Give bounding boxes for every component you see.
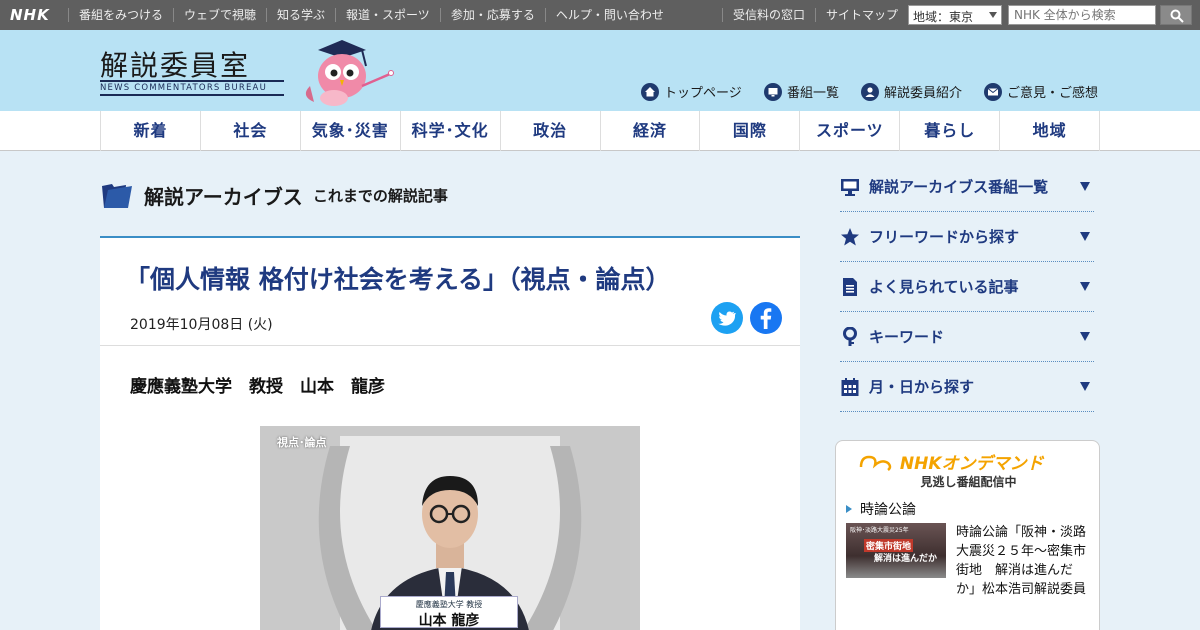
program-tag: 視点･論点 (277, 436, 327, 449)
region-value: 地域：東京 (913, 10, 974, 24)
search-input[interactable] (1008, 5, 1156, 25)
ondemand-program-name: 時論公論 (860, 502, 916, 518)
ondemand-program[interactable]: 時論公論 (846, 499, 916, 519)
sidebar-item-freeword[interactable]: フリーワードから探す (840, 212, 1094, 262)
sitemap-link[interactable]: サイトマップ (815, 8, 908, 22)
global-nav-link[interactable]: 報道・スポーツ (335, 8, 440, 22)
global-nav-links: 番組をみつける ウェブで視聴 知る学ぶ 報道・スポーツ 参加・応募する ヘルプ・… (68, 0, 674, 30)
header-nav-feedback[interactable]: ご意見・ご感想 (984, 82, 1098, 101)
header-nav-programs[interactable]: 番組一覧 (764, 82, 839, 101)
sidebar-item-label: フリーワードから探す (869, 228, 1020, 246)
category-tab[interactable]: スポーツ (800, 111, 901, 151)
site-header: 解説委員室 NEWS COMMENTATORS BUREAU トップページ 番組… (0, 30, 1200, 111)
site-title[interactable]: 解説委員室 (100, 44, 250, 84)
archive-title: 解説アーカイブス (144, 184, 303, 209)
facebook-share-button[interactable] (750, 302, 782, 334)
sidebar-item-label: 月・日から探す (869, 378, 975, 396)
chevron-down-icon (1080, 282, 1090, 291)
article-divider (100, 345, 800, 346)
category-tab[interactable]: 政治 (501, 111, 601, 151)
category-nav: 新着 社会 気象･災害 科学･文化 政治 経済 国際 スポーツ 暮らし 地域 (100, 111, 1101, 151)
sidebar-item-popular[interactable]: よく見られている記事 (840, 262, 1094, 312)
folder-icon (102, 184, 132, 208)
global-nav-link[interactable]: 番組をみつける (68, 8, 173, 22)
thumbnail-caption-small: 阪神･淡路大震災25年 (850, 527, 909, 534)
sidebar-menu: 解説アーカイブス番組一覧 フリーワードから探す よく見られている記事 キーワード (840, 162, 1094, 412)
monitor-icon (841, 178, 859, 196)
nameplate-name: 山本 龍彦 (418, 613, 480, 629)
monitor-icon (764, 82, 782, 101)
ondemand-box[interactable]: NHKオンデマンド 見逃し番組配信中 時論公論 阪神･淡路大震災25年 密集市街… (835, 440, 1100, 630)
sidebar-item-program-list[interactable]: 解説アーカイブス番組一覧 (840, 162, 1094, 212)
article-card: 「個人情報 格付け社会を考える」（視点・論点） 2019年10月08日 (火) … (100, 236, 800, 630)
header-nav-label: トップページ (664, 86, 742, 101)
category-tab[interactable]: 国際 (700, 111, 801, 151)
sidebar-item-label: 解説アーカイブス番組一覧 (869, 178, 1049, 196)
global-nav-link[interactable]: 参加・応募する (439, 8, 545, 22)
thumbnail-caption: 解消は進んだか (874, 554, 938, 564)
category-tab[interactable]: 新着 (101, 111, 201, 151)
global-nav-link[interactable]: ヘルプ・問い合わせ (544, 8, 674, 22)
sidebar-item-label: キーワード (869, 328, 945, 346)
twitter-share-button[interactable] (711, 302, 743, 334)
chevron-down-icon (989, 12, 997, 18)
global-nav-links-right: 受信料の窓口 サイトマップ (722, 0, 908, 30)
facebook-icon (760, 308, 772, 329)
article-date: 2019年10月08日 (火) (130, 317, 273, 333)
calendar-icon (841, 377, 859, 396)
archive-subtitle: これまでの解説記事 (312, 186, 448, 205)
site-subtitle: NEWS COMMENTATORS BUREAU (100, 80, 284, 96)
mail-icon (984, 82, 1002, 101)
ondemand-description[interactable]: 時論公論「阪神・淡路大震災２５年～密集市街地 解消は進んだか」松本浩司解説委員 (956, 523, 1090, 599)
category-tab[interactable]: 経済 (601, 111, 701, 151)
play-triangle-icon (846, 505, 852, 513)
key-icon (843, 326, 857, 346)
category-tab[interactable]: 地域 (1000, 111, 1101, 151)
home-icon (641, 82, 659, 101)
header-nav-label: 番組一覧 (787, 86, 840, 101)
ondemand-logo: NHKオンデマンド (858, 449, 1044, 474)
sidebar-item-calendar[interactable]: 月・日から探す (840, 362, 1094, 412)
ondemand-thumbnail[interactable]: 阪神･淡路大震災25年 密集市街地 解消は進んだか (846, 523, 946, 578)
twitter-icon (718, 311, 736, 326)
ondemand-subtitle: 見逃し番組配信中 (920, 475, 1017, 489)
article-title: 「個人情報 格付け社会を考える」（視点・論点） (125, 265, 671, 294)
global-nav-link[interactable]: ウェブで視聴 (173, 8, 266, 22)
chevron-down-icon (1080, 232, 1090, 241)
global-nav-bar: NHK 番組をみつける ウェブで視聴 知る学ぶ 報道・スポーツ 参加・応募する … (0, 0, 1200, 30)
owl-mascot-icon (305, 40, 394, 106)
header-nav-commentators[interactable]: 解説委員紹介 (861, 82, 962, 101)
nhk-logo[interactable]: NHK (0, 6, 68, 24)
global-nav-link[interactable]: 知る学ぶ (266, 8, 335, 22)
person-icon (861, 82, 879, 101)
nameplate-affiliation: 慶應義塾大学 教授 (415, 600, 483, 609)
ondemand-logo-text: NHKオンデマンド (899, 454, 1044, 474)
header-nav-label: 解説委員紹介 (884, 86, 963, 101)
category-tab[interactable]: 社会 (201, 111, 301, 151)
article-author: 慶應義塾大学 教授 山本 龍彦 (130, 377, 385, 397)
archive-heading: 解説アーカイブス これまでの解説記事 (100, 180, 448, 210)
category-tab[interactable]: 気象･災害 (301, 111, 401, 151)
category-tab[interactable]: 科学･文化 (401, 111, 501, 151)
chevron-down-icon (1080, 382, 1090, 391)
header-nav-label: ご意見・ご感想 (1007, 86, 1099, 101)
region-select[interactable]: 地域：東京 (908, 5, 1002, 25)
search-icon (1170, 9, 1184, 23)
chevron-down-icon (1080, 332, 1090, 341)
sidebar-item-label: よく見られている記事 (869, 278, 1019, 296)
chevron-down-icon (1080, 182, 1090, 191)
sidebar-item-keyword[interactable]: キーワード (840, 312, 1094, 362)
document-icon (843, 277, 857, 296)
header-nav-top[interactable]: トップページ (641, 82, 742, 101)
article-photo: 視点･論点 慶應義塾大学 教授 山本 龍彦 (260, 426, 640, 630)
receiving-fee-link[interactable]: 受信料の窓口 (722, 8, 815, 22)
ondemand-logo-icon (859, 455, 892, 471)
search-button[interactable] (1160, 5, 1192, 25)
category-nav-bar: 新着 社会 気象･災害 科学･文化 政治 経済 国際 スポーツ 暮らし 地域 (0, 111, 1200, 151)
speaker-nameplate: 慶應義塾大学 教授 山本 龍彦 (380, 596, 518, 629)
star-icon (841, 227, 859, 245)
category-tab[interactable]: 暮らし (900, 111, 1001, 151)
